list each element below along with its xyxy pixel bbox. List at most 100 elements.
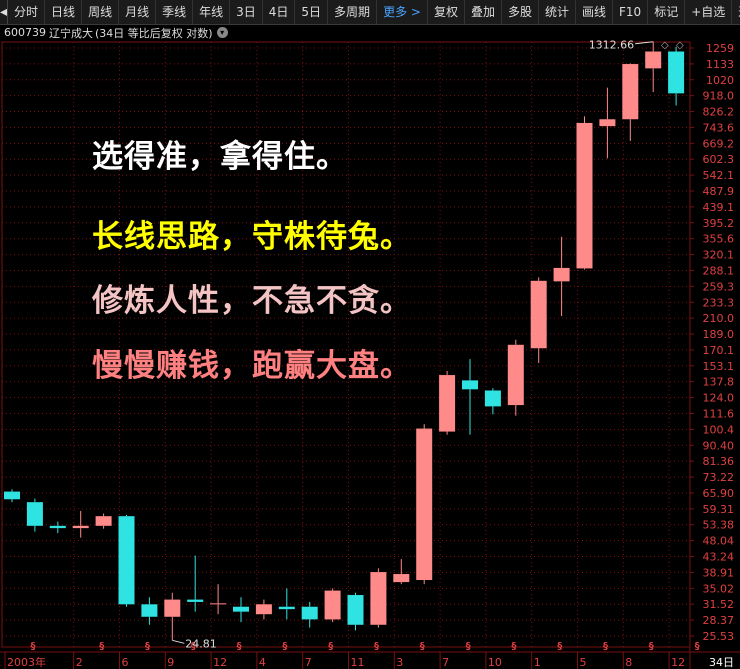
candle-body (278, 606, 295, 610)
ex-rights-marker: § (603, 641, 608, 652)
y-tick-label: 1020 (706, 74, 734, 87)
toolbar: ◂ 分时 日线 周线 月线 季线 年线 3日 4日 5日 多周期 更多 > 复权 叠加 多股 统计 画线 F10… (0, 0, 740, 25)
toolbar-item-6[interactable]: 3日 (230, 0, 263, 24)
candle-body (370, 572, 387, 625)
slogan-3: 修炼人性，不急不贪。 (92, 283, 412, 319)
candle-body (72, 525, 89, 529)
y-tick-label: 124.0 (703, 392, 735, 405)
y-tick-label: 25.53 (703, 630, 735, 643)
back-arrow-icon[interactable]: ◂ (0, 0, 9, 24)
toolbar-item-1[interactable]: 日线 (45, 0, 83, 24)
candle-body (118, 516, 135, 605)
y-tick-label: 189.0 (703, 328, 735, 341)
toolbar-items: 分时 日线 周线 月线 季线 年线 3日 4日 5日 多周期 更多 > 复权 叠加 多股 统计 画线 F10 标记… (8, 0, 740, 24)
ex-rights-marker: § (511, 641, 516, 652)
toolbar-item-2[interactable]: 周线 (82, 0, 120, 24)
y-tick-label: 81.36 (703, 455, 735, 468)
x-tick-label: 3 (396, 656, 403, 669)
toolbar-item-12[interactable]: 叠加 (465, 0, 502, 24)
candle-body (141, 604, 158, 617)
candle-body (347, 595, 364, 625)
y-tick-label: 90.40 (703, 439, 735, 452)
y-tick-label: 669.2 (703, 137, 735, 150)
candle-body (187, 599, 204, 602)
candle-body (462, 380, 478, 390)
candle-body (599, 119, 616, 127)
toolbar-item-14[interactable]: 统计 (539, 0, 576, 24)
x-tick-label: 7 (305, 656, 312, 669)
ex-rights-marker: § (695, 641, 700, 652)
chart-description: (34日 等比后复权 对数) (95, 26, 213, 40)
toolbar-item-3[interactable]: 月线 (119, 0, 157, 24)
x-tick-label: 10 (488, 656, 502, 669)
y-tick-label: 73.22 (703, 471, 735, 484)
toolbar-item-17[interactable]: 标记 (648, 0, 686, 24)
toolbar-item-5[interactable]: 年线 (193, 0, 231, 24)
ex-rights-marker: § (31, 641, 36, 652)
slogan-1: 选得准，拿得住。 (92, 139, 348, 175)
stock-name: 辽宁成大 (49, 26, 93, 40)
candle-body (233, 606, 249, 612)
x-tick-label: 7 (442, 656, 449, 669)
candle-body (210, 603, 227, 605)
ex-rights-marker: § (649, 641, 654, 652)
x-tick-label: 5 (580, 656, 587, 669)
toolbar-item-0[interactable]: 分时 (8, 0, 46, 24)
toolbar-item-19[interactable]: 返回 (732, 0, 740, 24)
y-tick-label: 43.24 (703, 551, 735, 564)
min-price-label: 24.81 (185, 637, 217, 650)
candle-body (645, 51, 662, 69)
ex-rights-marker: § (99, 641, 104, 652)
x-tick-label: 1 (534, 656, 541, 669)
ex-rights-marker: § (374, 641, 379, 652)
toolbar-item-7[interactable]: 4日 (263, 0, 296, 24)
y-tick-label: 487.9 (703, 185, 735, 198)
x-tick-label: 11 (351, 656, 365, 669)
y-tick-label: 38.91 (703, 566, 735, 579)
candle-body (301, 606, 318, 620)
candle-body (439, 375, 456, 432)
y-tick-label: 602.3 (703, 153, 735, 166)
y-tick-label: 28.37 (703, 614, 735, 627)
candle-body (484, 390, 501, 407)
slogan-2: 长线思路，守株待兔。 (92, 219, 412, 255)
toolbar-item-4[interactable]: 季线 (156, 0, 194, 24)
x-tick-label: 6 (122, 656, 129, 669)
y-tick-label: 111.6 (703, 408, 735, 421)
toolbar-item-8[interactable]: 5日 (295, 0, 329, 24)
candle-body (49, 525, 66, 529)
y-tick-label: 355.6 (703, 233, 735, 246)
toolbar-item-16[interactable]: F10 (613, 0, 649, 24)
chevron-down-icon[interactable]: ▾ (216, 27, 228, 38)
ex-rights-marker: § (282, 641, 287, 652)
slogan-4: 慢慢赚钱，跑赢大盘。 (92, 348, 412, 384)
y-tick-label: 743.6 (703, 121, 735, 134)
ex-rights-marker: § (145, 641, 150, 652)
toolbar-item-13[interactable]: 多股 (502, 0, 539, 24)
x-tick-label: 2003年 (7, 655, 46, 669)
toolbar-item-11[interactable]: 复权 (428, 0, 465, 24)
y-tick-label: 918.0 (703, 90, 735, 103)
y-tick-label: 1259 (706, 42, 734, 55)
toolbar-item-18[interactable]: +自选 (685, 0, 733, 24)
x-tick-label: 8 (625, 656, 632, 669)
ex-rights-marker: § (420, 641, 425, 652)
y-tick-label: 65.90 (703, 487, 735, 500)
candle-body (553, 267, 570, 282)
ex-rights-marker: § (237, 641, 242, 652)
stock-code: 600739 (4, 26, 46, 39)
toolbar-item-9[interactable]: 多周期 (328, 0, 378, 24)
candle-body (164, 599, 181, 617)
toolbar-item-10[interactable]: 更多 > (377, 0, 428, 24)
x-tick-label: 12 (671, 656, 685, 669)
candle-body (393, 574, 410, 583)
y-tick-label: 439.1 (703, 201, 735, 214)
y-tick-label: 210.0 (703, 312, 735, 325)
y-tick-label: 153.1 (703, 360, 735, 373)
y-tick-label: 233.3 (703, 296, 735, 309)
toolbar-item-15[interactable]: 画线 (576, 0, 614, 24)
y-tick-label: 288.1 (703, 264, 735, 277)
y-tick-label: 170.1 (703, 344, 735, 357)
info-bar: 600739 辽宁成大 (34日 等比后复权 对数) ▾ (0, 25, 740, 40)
candle-body (576, 122, 593, 269)
